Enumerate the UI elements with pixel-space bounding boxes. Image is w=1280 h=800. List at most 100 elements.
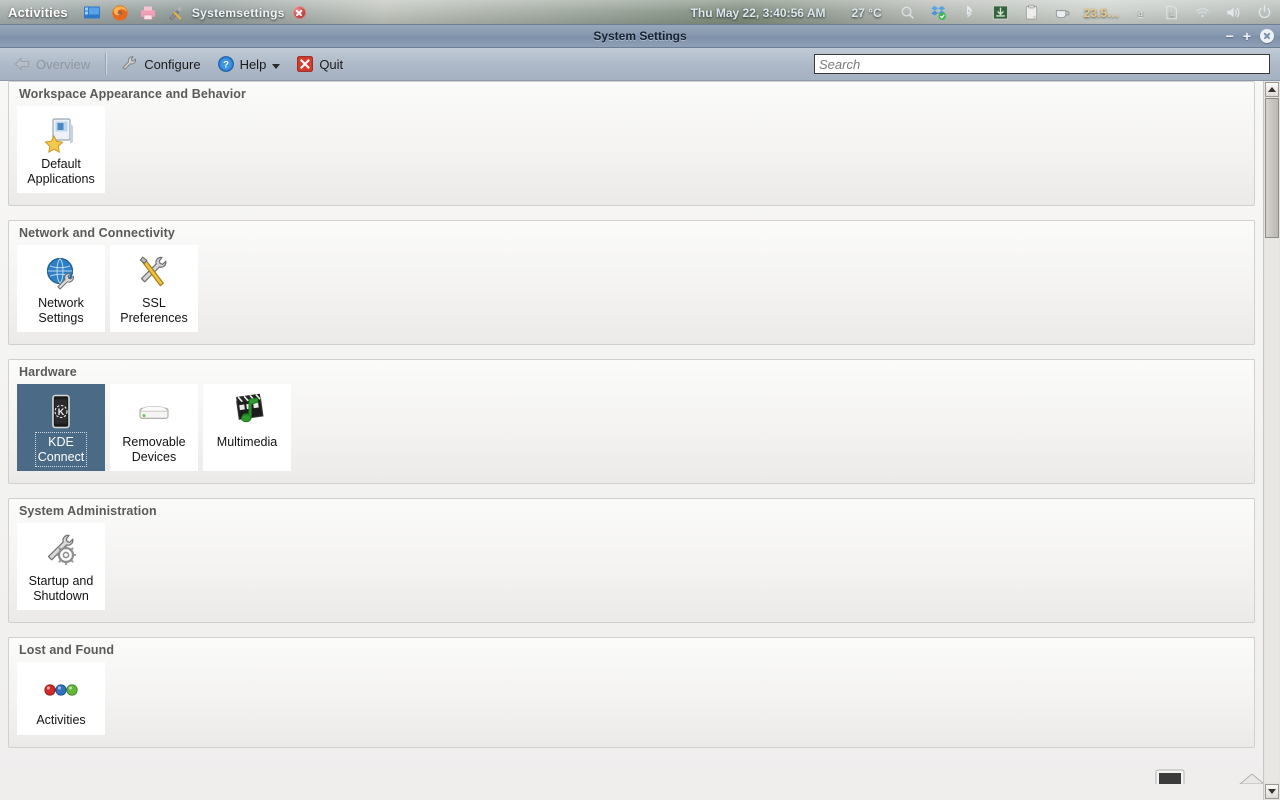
label-line: KDE [48, 435, 74, 449]
section-items: Network Settings SSL Preferences [9, 243, 1254, 344]
removable-devices-icon [133, 391, 175, 433]
settings-module-label: Default Applications [27, 157, 94, 186]
chevron-down-icon[interactable] [272, 63, 281, 69]
section-title: Network and Connectivity [19, 226, 175, 240]
printer-icon[interactable] [139, 4, 157, 22]
content-area: Workspace Appearance and Behavior Defaul… [0, 81, 1280, 800]
settings-module-activities-dots[interactable]: Activities [17, 662, 105, 735]
arrow-down-icon [1268, 789, 1276, 794]
help-circle-icon: ? [217, 55, 235, 73]
wrench-icon [121, 55, 139, 73]
scrollbar-thumb[interactable] [1265, 98, 1279, 238]
scroll-up-button[interactable] [1265, 82, 1279, 97]
settings-section: Hardware K KDEConnect RemovableDevices [8, 359, 1255, 484]
svg-text:a: a [1138, 7, 1143, 19]
search-input[interactable] [814, 54, 1270, 74]
kde-connect-icon: K [40, 391, 82, 433]
section-items: Startup and Shutdown [9, 521, 1254, 622]
settings-module-label: SSL Preferences [120, 296, 187, 325]
settings-module-label: Activities [36, 713, 85, 728]
dropbox-icon[interactable] [930, 4, 947, 21]
ssl-preferences-icon [133, 252, 175, 294]
svg-text:?: ? [223, 60, 229, 71]
label-line: Removable [122, 435, 186, 449]
section-items: Default Applications [9, 104, 1254, 205]
close-icon[interactable] [1260, 29, 1274, 43]
arrow-up-icon [1268, 87, 1276, 92]
tools-icon[interactable] [167, 4, 185, 22]
wifi-icon[interactable] [1194, 4, 1211, 21]
settings-module-network-settings[interactable]: Network Settings [17, 245, 105, 332]
main-toolbar: Overview Configure ? Help Quit Search [0, 48, 1280, 81]
settings-module-ssl-preferences[interactable]: SSL Preferences [110, 245, 198, 332]
clipped-next-row [0, 762, 1263, 786]
configure-label: Configure [144, 56, 201, 72]
label-line: Preferences [120, 310, 188, 325]
clock[interactable]: Thu May 22, 3:40:56 AM [691, 6, 826, 20]
help-button[interactable]: ? Help [210, 51, 288, 77]
settings-module-multimedia[interactable]: Multimedia [203, 384, 291, 471]
desktop-icon[interactable] [83, 4, 101, 22]
label-line: Connect [37, 449, 85, 464]
document-icon[interactable]: L [1163, 4, 1180, 21]
vertical-scrollbar[interactable] [1263, 81, 1280, 800]
configure-button[interactable]: Configure [114, 51, 207, 77]
startup-shutdown-icon [40, 530, 82, 572]
label-line: Devices [131, 449, 177, 464]
label-line: Default [41, 157, 81, 171]
overview-button[interactable]: Overview [6, 51, 97, 77]
section-title: Hardware [19, 365, 77, 379]
settings-module-label: Removable Devices [122, 435, 185, 464]
settings-module-label: Network Settings [38, 296, 84, 325]
label-line: Activities [36, 713, 86, 727]
coffee-icon[interactable] [1054, 4, 1071, 21]
back-arrow-icon [13, 55, 31, 73]
clipped-icon-stub[interactable] [1150, 762, 1190, 786]
label-line: Startup and [28, 574, 94, 588]
firefox-icon[interactable] [111, 4, 129, 22]
settings-module-label: KDE Connect [34, 432, 88, 467]
settings-module-startup-shutdown[interactable]: Startup and Shutdown [17, 523, 105, 610]
maximize-button[interactable]: + [1243, 29, 1251, 43]
input-method-icon[interactable]: a [1132, 4, 1149, 21]
taskbar-close-icon[interactable] [292, 6, 306, 19]
clipped-icon-stub-2[interactable] [1232, 762, 1263, 784]
temperature-widget[interactable]: 27 °C [851, 6, 881, 20]
section-title: Workspace Appearance and Behavior [19, 87, 246, 101]
toolbar-divider [105, 53, 107, 75]
settings-module-label: Multimedia [217, 435, 277, 450]
label-line: Settings [38, 310, 84, 325]
scroll-down-button[interactable] [1265, 784, 1279, 799]
settings-module-default-applications[interactable]: Default Applications [17, 106, 105, 193]
network-settings-icon [40, 252, 82, 294]
settings-section: Lost and Found Activities [8, 637, 1255, 748]
settings-module-removable-devices[interactable]: Removable Devices [110, 384, 198, 471]
settings-scroll-view: Workspace Appearance and Behavior Defaul… [0, 81, 1263, 800]
quit-button[interactable]: Quit [289, 51, 350, 77]
system-settings-window: System Settings − + Overview Configure ?… [0, 25, 1280, 800]
tray-number-widget[interactable]: 23.5… [1084, 6, 1119, 20]
window-controls: − + [1226, 25, 1274, 47]
desktop-wallpaper: Activities Systemsettings Thu May 22, 3:… [0, 0, 1280, 800]
download-icon[interactable] [992, 4, 1009, 21]
label-line: SSL [142, 296, 166, 310]
search-container [814, 54, 1274, 74]
section-title: System Administration [19, 504, 157, 518]
svg-text:K: K [58, 407, 65, 417]
settings-module-label: Startup and Shutdown [29, 574, 94, 603]
taskbar-entry-systemsettings[interactable]: Systemsettings [190, 6, 285, 20]
section-items: K KDE Connect Removable Devices Multimedia [9, 382, 1254, 483]
label-line: Multimedia [216, 435, 278, 449]
top-panel: Activities Systemsettings Thu May 22, 3:… [0, 0, 1280, 25]
settings-module-kde-connect[interactable]: K KDE Connect [17, 384, 105, 471]
activities-button[interactable]: Activities [0, 5, 78, 20]
label-line: Network [38, 296, 84, 310]
power-icon[interactable] [1256, 4, 1273, 21]
clipboard-icon[interactable] [1023, 4, 1040, 21]
window-titlebar[interactable]: System Settings − + [0, 25, 1280, 48]
magnifier-icon[interactable] [899, 4, 916, 21]
scrollbar-track[interactable] [1265, 98, 1279, 783]
volume-icon[interactable] [1225, 4, 1242, 21]
minimize-button[interactable]: − [1226, 29, 1234, 43]
bluetooth-icon[interactable] [961, 4, 978, 21]
